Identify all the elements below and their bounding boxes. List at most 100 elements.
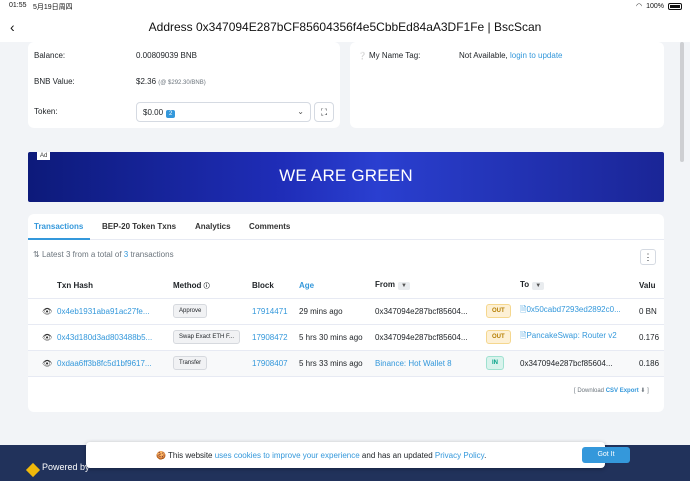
balance-label: Balance:	[34, 51, 66, 60]
powered-by-text: Powered by	[42, 462, 90, 472]
cookie-banner: 🍪 This website uses cookies to improve y…	[86, 442, 630, 468]
filter-icon[interactable]: ▼	[398, 282, 410, 291]
battery-percent: 100%	[646, 2, 664, 10]
txn-summary-prefix: Latest 3 from a total of	[41, 250, 124, 259]
name-tag-value-row: Not Available, login to update	[459, 51, 563, 60]
bnb-value-amount: $2.36	[136, 77, 157, 86]
status-date: 5月19日周四	[33, 4, 73, 11]
name-tag-row: ❔ My Name Tag:	[358, 51, 420, 60]
bnb-value-label: BNB Value:	[34, 77, 75, 86]
page-title: Address 0x347094E287bCF85604356f4e5CbbEd…	[148, 20, 542, 34]
to-link[interactable]: 🗎0x50cabd7293ed2892c0...	[520, 298, 639, 325]
header-from-label: From	[375, 280, 395, 290]
ad-text: WE ARE GREEN	[279, 166, 413, 185]
from-cell: 0x347094e287bcf85604...	[375, 298, 486, 325]
age-cell: 29 mins ago	[299, 298, 375, 325]
to-address: 0x50cabd7293ed2892c0...	[526, 305, 621, 314]
eye-icon[interactable]: 👁	[42, 333, 52, 342]
eye-icon[interactable]: 👁	[42, 307, 52, 316]
block-link[interactable]: 17908472	[252, 324, 299, 351]
sort-icon: ⇅	[33, 250, 40, 259]
cookie-text: 🍪 This website uses cookies to improve y…	[156, 451, 486, 460]
ad-banner[interactable]: Ad WE ARE GREEN	[28, 152, 664, 202]
table-row: 👁 0x43d180d3ad803488b5... Swap Exact ETH…	[28, 324, 664, 351]
header-block: Block	[252, 273, 299, 299]
header-to: To ▼	[520, 273, 639, 299]
header-method: Method ⓘ	[173, 273, 252, 299]
tab-comments[interactable]: Comments	[249, 222, 290, 231]
info-icon: ⓘ	[203, 283, 210, 290]
eye-header	[28, 273, 57, 299]
table-row: 👁 0x4eb1931aba91ac27fe... Approve 179144…	[28, 298, 664, 325]
value-cell: 0 BN	[639, 298, 664, 325]
block-link[interactable]: 17908407	[252, 350, 299, 377]
header-method-label: Method	[173, 280, 202, 290]
chevron-down-icon: ⌄	[297, 107, 304, 116]
transactions-table: Txn Hash Method ⓘ Block Age From ▼ To ▼ Va…	[28, 273, 664, 377]
to-address: PancakeSwap: Router v2	[526, 331, 617, 340]
token-select-value: $0.00 2	[143, 108, 176, 118]
login-link[interactable]: login to update	[510, 51, 563, 60]
tab-bep20[interactable]: BEP-20 Token Txns	[102, 222, 176, 231]
header-age[interactable]: Age	[299, 273, 375, 299]
txn-hash-link[interactable]: 0x4eb1931aba91ac27fe...	[57, 298, 173, 325]
more-options-icon[interactable]: ⋮	[640, 249, 656, 265]
bnb-rate: (@ $292.30/BNB)	[158, 80, 206, 86]
tab-analytics[interactable]: Analytics	[195, 222, 231, 231]
tab-transactions[interactable]: Transactions	[34, 222, 83, 231]
name-tag-label: My Name Tag:	[368, 51, 421, 60]
filter-icon[interactable]: ▼	[532, 282, 545, 291]
download-row: [ Download CSV Export ⬇ ]	[574, 387, 649, 394]
battery-icon	[668, 2, 682, 10]
status-time: 01:55	[9, 2, 27, 9]
age-cell: 5 hrs 33 mins ago	[299, 350, 375, 377]
token-select[interactable]: $0.00 2 ⌄	[136, 102, 311, 122]
balance-value: 0.00809039 BNB	[136, 51, 197, 60]
header-direction	[486, 273, 520, 299]
expand-icon[interactable]: ⛶	[314, 102, 334, 122]
cookie-text-1: This website	[168, 451, 215, 460]
txn-summary-suffix: transactions	[128, 250, 174, 259]
cookies-link[interactable]: uses cookies to improve your experience	[215, 451, 360, 460]
to-link[interactable]: 🗎PancakeSwap: Router v2	[520, 324, 639, 351]
method-badge: Transfer	[173, 356, 208, 370]
txn-summary: ⇅ Latest 3 from a total of 3 transaction…	[33, 250, 174, 259]
from-link[interactable]: Binance: Hot Wallet 8	[375, 350, 486, 377]
privacy-policy-link[interactable]: Privacy Policy	[435, 451, 484, 460]
ad-label: Ad	[37, 152, 51, 160]
token-label: Token:	[34, 107, 58, 116]
cookie-icon: 🍪	[156, 451, 166, 460]
scrollbar[interactable]	[680, 42, 684, 162]
got-it-button[interactable]: Got It	[582, 447, 630, 463]
wifi-icon: ◠	[635, 3, 643, 10]
from-cell: 0x347094e287bcf85604...	[375, 324, 486, 351]
tab-bar: Transactions BEP-20 Token Txns Analytics…	[28, 214, 664, 240]
status-right: ◠ 100%	[636, 2, 682, 10]
table-header: Txn Hash Method ⓘ Block Age From ▼ To ▼ Va…	[28, 273, 664, 299]
tag-icon: ❔	[358, 53, 367, 60]
header-from: From ▼	[375, 273, 486, 299]
name-tag-value: Not Available,	[459, 51, 508, 60]
value-cell: 0.176	[639, 324, 664, 351]
age-cell: 5 hrs 30 mins ago	[299, 324, 375, 351]
eye-icon[interactable]: 👁	[42, 359, 52, 368]
header-txn-hash: Txn Hash	[57, 273, 173, 299]
txn-hash-link[interactable]: 0x43d180d3ad803488b5...	[57, 324, 173, 351]
method-badge: Approve	[173, 304, 208, 318]
download-prefix: [ Download	[574, 388, 606, 394]
csv-export-link[interactable]: CSV Export	[606, 388, 639, 394]
method-badge: Swap Exact ETH F...	[173, 330, 241, 344]
block-link[interactable]: 17914471	[252, 298, 299, 325]
value-cell: 0.186	[639, 350, 664, 377]
cookie-text-2: and has an updated	[359, 451, 435, 460]
active-tab-indicator	[28, 238, 90, 240]
to-cell: 0x347094e287bcf85604...	[520, 350, 639, 377]
direction-badge: OUT	[486, 304, 511, 318]
header-to-label: To	[520, 280, 530, 290]
header-value: Valu	[639, 273, 664, 299]
cookie-text-3: .	[484, 451, 487, 460]
status-bar: 01:55 5月19日周四 ◠ 100%	[0, 0, 690, 12]
txn-hash-link[interactable]: 0xdaa6ff3b8fc5d1bf9617...	[57, 350, 173, 377]
token-value: $0.00	[143, 108, 164, 117]
browser-navbar: ‹ Address 0x347094E287bCF85604356f4e5Cbb…	[0, 12, 690, 42]
